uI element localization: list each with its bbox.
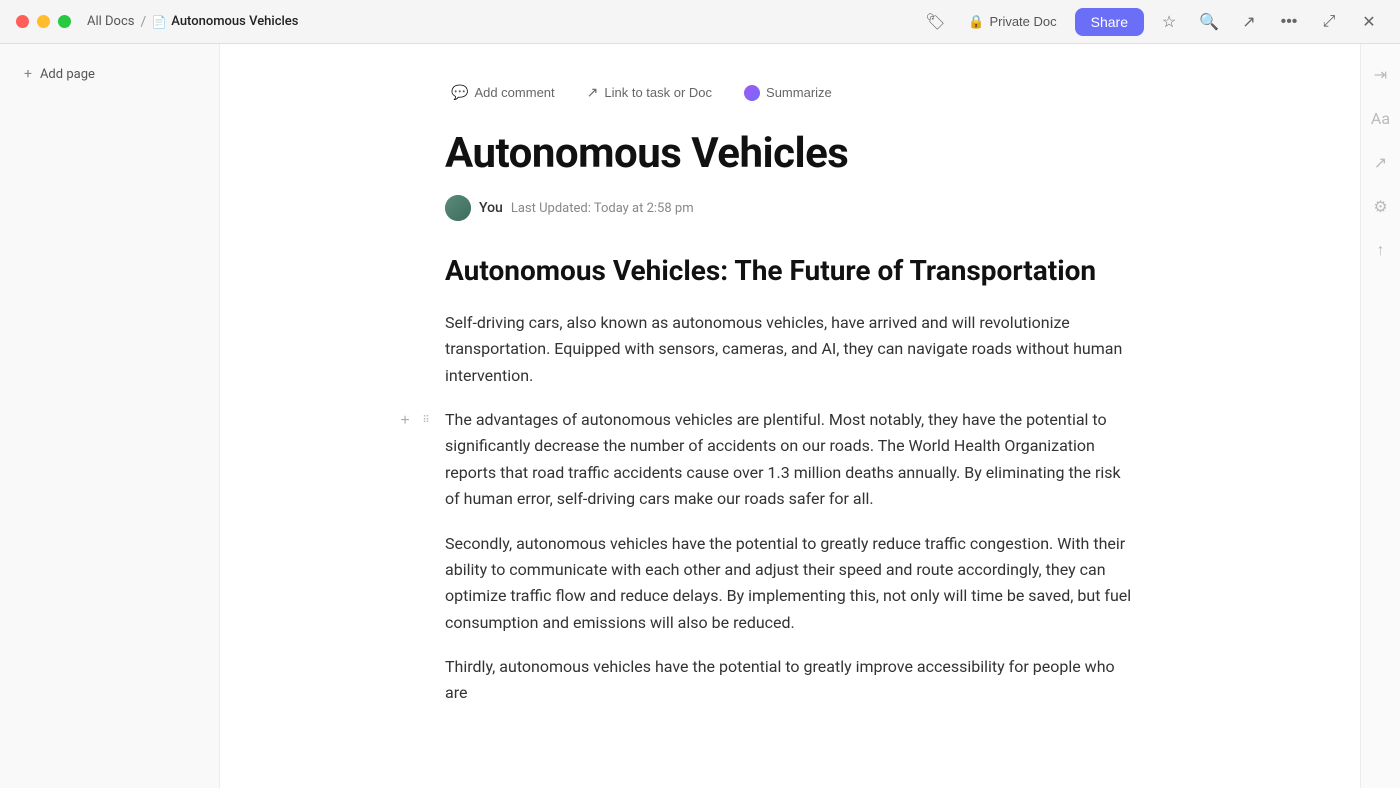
tag-button[interactable]: 🏷 (920, 7, 950, 37)
more-options-button[interactable]: ••• (1274, 7, 1304, 37)
doc-content: 💬 Add comment ↗ Link to task or Doc Summ… (405, 44, 1175, 785)
titlebar-right-actions: 🏷 🔒 Private Doc Share ☆ 🔍 ↗ ••• ⤢ ✕ (920, 0, 1384, 43)
left-sidebar: + Add page (0, 44, 220, 788)
avatar (445, 195, 471, 221)
doc-area[interactable]: 💬 Add comment ↗ Link to task or Doc Summ… (220, 44, 1360, 788)
settings-icon[interactable]: ⚙ (1367, 192, 1395, 220)
block-para-2: + ⠿ The advantages of autonomous vehicle… (445, 407, 1135, 513)
last-updated: Last Updated: Today at 2:58 pm (511, 201, 694, 216)
traffic-lights (16, 15, 71, 28)
doc-icon: 📄 (152, 15, 166, 29)
breadcrumb-separator: / (141, 14, 147, 30)
breadcrumb-all-docs[interactable]: All Docs (87, 14, 135, 29)
block-drag-handle[interactable]: ⠿ (419, 411, 433, 431)
link-icon: ↗ (587, 84, 599, 101)
add-comment-label: Add comment (474, 85, 554, 100)
author-row: You Last Updated: Today at 2:58 pm (445, 195, 1135, 221)
doc-paragraph-4: Thirdly, autonomous vehicles have the po… (445, 654, 1135, 707)
minimize-traffic-light[interactable] (37, 15, 50, 28)
search-button[interactable]: 🔍 (1194, 7, 1224, 37)
main-layout: + Add page 💬 Add comment ↗ Link to task … (0, 44, 1400, 788)
share-button[interactable]: Share (1075, 8, 1144, 36)
avatar-image (445, 195, 471, 221)
breadcrumb-all-docs-label: All Docs (87, 14, 135, 29)
add-page-label: Add page (40, 67, 95, 82)
close-button[interactable]: ✕ (1354, 7, 1384, 37)
add-comment-button[interactable]: 💬 Add comment (445, 80, 561, 105)
private-doc-label: Private Doc (989, 14, 1056, 29)
doc-paragraph-3: Secondly, autonomous vehicles have the p… (445, 531, 1135, 637)
share-right-icon[interactable]: ↗ (1367, 148, 1395, 176)
summarize-button[interactable]: Summarize (738, 81, 838, 105)
link-to-task-label: Link to task or Doc (604, 85, 712, 100)
close-traffic-light[interactable] (16, 15, 29, 28)
expand-button[interactable]: ⤢ (1314, 7, 1344, 37)
doc-toolbar: 💬 Add comment ↗ Link to task or Doc Summ… (445, 68, 1135, 121)
private-doc-button[interactable]: 🔒 Private Doc (960, 10, 1064, 34)
breadcrumb-current-doc[interactable]: 📄 Autonomous Vehicles (152, 14, 298, 29)
titlebar: All Docs / 📄 Autonomous Vehicles 🏷 🔒 Pri… (0, 0, 1400, 44)
block-add-button[interactable]: + (395, 411, 415, 431)
summarize-label: Summarize (766, 85, 832, 100)
export-right-icon[interactable]: ↑ (1367, 236, 1395, 264)
export-button[interactable]: ↗ (1234, 7, 1264, 37)
doc-title: Autonomous Vehicles (445, 129, 1135, 179)
doc-paragraph-2: The advantages of autonomous vehicles ar… (445, 407, 1135, 513)
collapse-icon[interactable]: ⇥ (1367, 60, 1395, 88)
star-button[interactable]: ☆ (1154, 7, 1184, 37)
font-size-icon[interactable]: Aa (1367, 104, 1395, 132)
doc-paragraph-1: Self-driving cars, also known as autonom… (445, 310, 1135, 389)
doc-heading: Autonomous Vehicles: The Future of Trans… (445, 253, 1135, 289)
author-name: You (479, 200, 503, 216)
lock-icon: 🔒 (968, 14, 984, 30)
add-page-item[interactable]: + Add page (8, 60, 211, 88)
block-controls: + ⠿ (395, 411, 433, 431)
breadcrumb-current-label: Autonomous Vehicles (171, 14, 298, 29)
maximize-traffic-light[interactable] (58, 15, 71, 28)
summarize-icon (744, 85, 760, 101)
breadcrumb: All Docs / 📄 Autonomous Vehicles (87, 14, 298, 30)
link-to-task-button[interactable]: ↗ Link to task or Doc (581, 80, 718, 105)
add-page-icon: + (24, 66, 32, 82)
right-sidebar: ⇥ Aa ↗ ⚙ ↑ (1360, 44, 1400, 788)
comment-icon: 💬 (451, 84, 468, 101)
